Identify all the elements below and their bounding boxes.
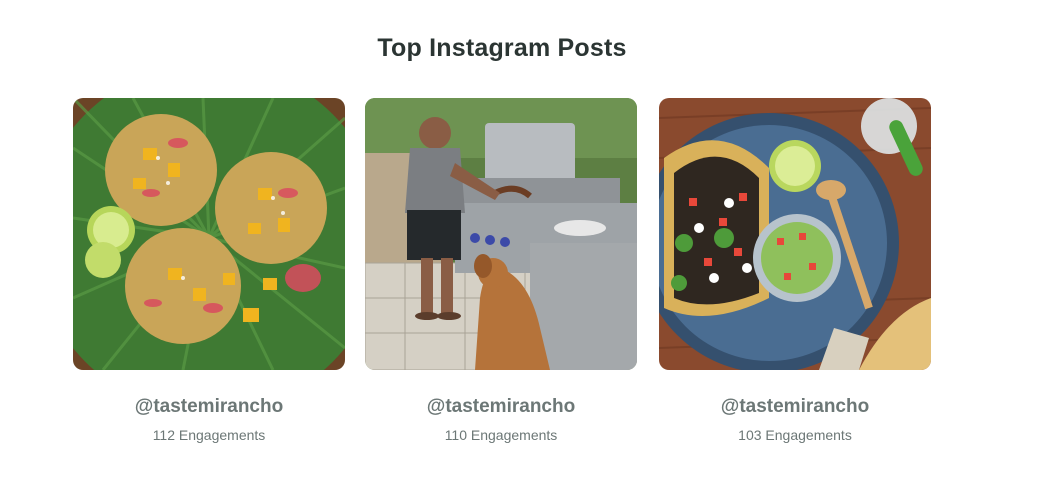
post-handle[interactable]: @tastemirancho [365, 396, 637, 418]
post-engagements: 110 Engagements [444, 427, 558, 443]
post-card[interactable]: @tastemirancho 110 Engagements [365, 98, 637, 443]
post-engagements: 103 Engagements [738, 427, 852, 443]
post-image-tacos-salsa[interactable] [659, 98, 931, 370]
post-handle[interactable]: @tastemirancho [659, 396, 931, 418]
top-posts-panel: Top Instagram Posts @tastemirancho 112 E… [0, 0, 1046, 484]
post-card[interactable]: @tastemirancho 103 Engagements [659, 98, 931, 443]
post-image-grill[interactable] [365, 98, 637, 370]
post-image-tacos[interactable] [73, 98, 345, 370]
post-handle[interactable]: @tastemirancho [73, 396, 345, 418]
section-title: Top Instagram Posts [377, 34, 627, 62]
post-card[interactable]: @tastemirancho 112 Engagements [73, 98, 345, 443]
post-engagements: 112 Engagements [152, 427, 266, 443]
